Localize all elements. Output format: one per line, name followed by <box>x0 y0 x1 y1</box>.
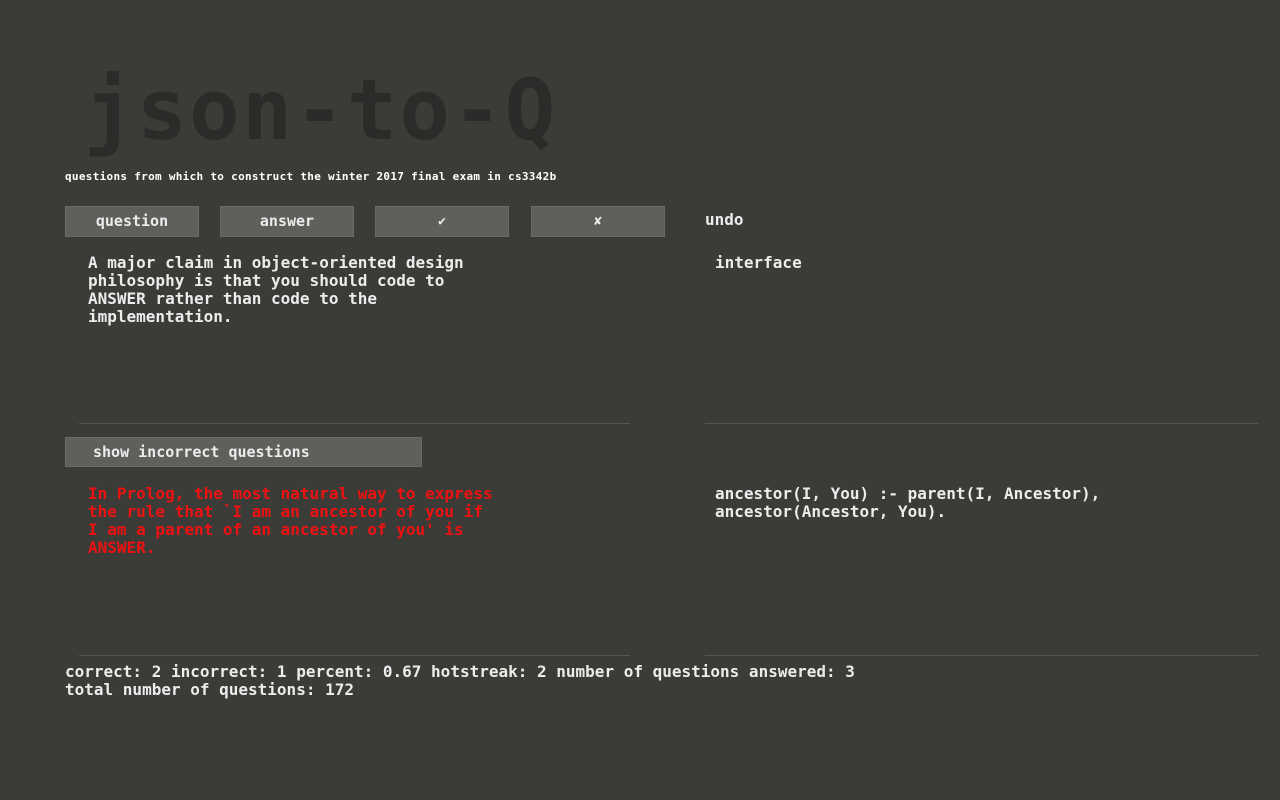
current-question-text: A major claim in object-oriented design … <box>88 253 464 326</box>
mark-incorrect-button[interactable]: ✘ <box>531 206 665 237</box>
app-logo: json-to-Q <box>84 61 558 159</box>
mark-correct-button[interactable]: ✔ <box>375 206 509 237</box>
undo-link[interactable]: undo <box>705 210 744 229</box>
divider-right-top <box>705 423 1258 424</box>
app-subtitle: questions from which to construct the wi… <box>65 170 557 183</box>
incorrect-question-text: In Prolog, the most natural way to expre… <box>88 484 493 557</box>
divider-right-bottom <box>705 655 1258 656</box>
stats-summary: correct: 2 incorrect: 1 percent: 0.67 ho… <box>65 662 855 699</box>
current-answer-text: interface <box>715 253 802 272</box>
show-incorrect-questions-button[interactable]: show incorrect questions <box>65 437 422 467</box>
check-icon: ✔ <box>438 214 446 229</box>
divider-left-top <box>79 423 630 424</box>
show-answer-button[interactable]: answer <box>220 206 354 237</box>
cross-icon: ✘ <box>594 214 602 229</box>
divider-left-bottom <box>79 655 630 656</box>
show-question-button[interactable]: question <box>65 206 199 237</box>
app-root: json-to-Q questions from which to constr… <box>0 0 1280 800</box>
incorrect-answer-text: ancestor(I, You) :- parent(I, Ancestor),… <box>715 484 1101 521</box>
